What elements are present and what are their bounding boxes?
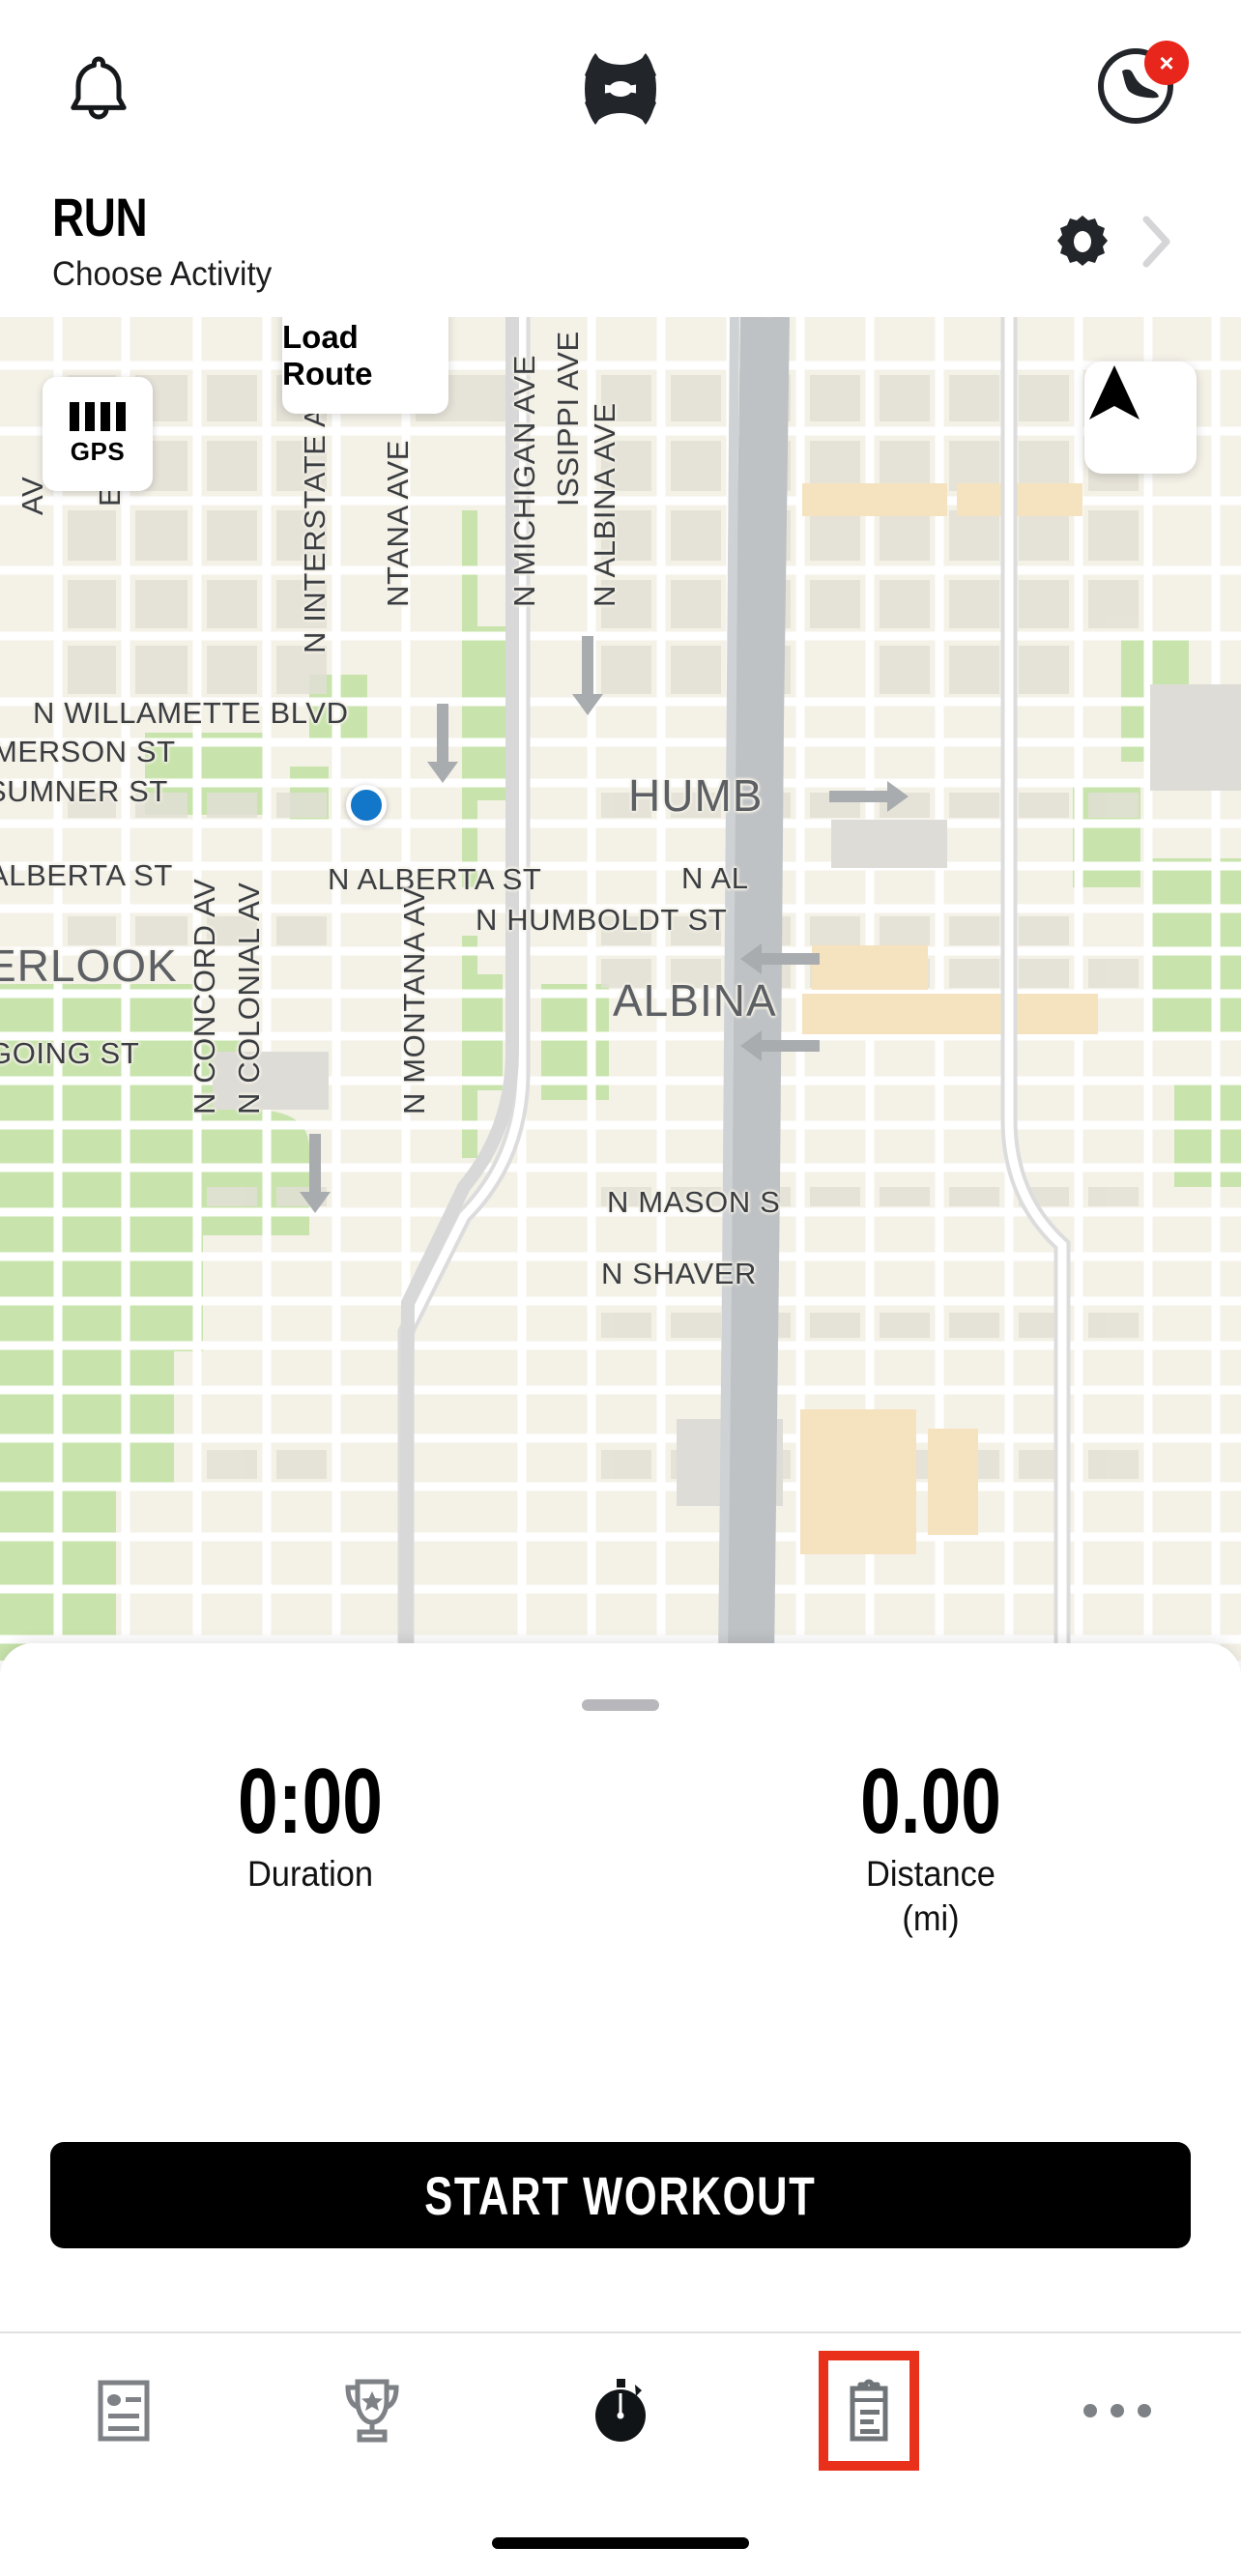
map-street-label: HUMB xyxy=(628,769,763,822)
stat-distance: 0.00 Distance (mi) xyxy=(620,1751,1241,1941)
map-street-label: N HUMBOLDT ST xyxy=(476,903,727,938)
gear-icon xyxy=(1053,212,1112,276)
notifications-button[interactable] xyxy=(54,46,143,135)
map-street-label: ALBERTA ST xyxy=(0,858,173,893)
gps-signal-icon xyxy=(70,402,126,431)
tab-more[interactable] xyxy=(993,2333,1241,2488)
activity-chevron-button[interactable] xyxy=(1127,211,1185,276)
start-workout-label: START WORKOUT xyxy=(424,2164,816,2227)
tab-feed[interactable] xyxy=(0,2333,248,2488)
shoe-tracker-button[interactable]: × xyxy=(1094,41,1191,137)
under-armour-logo xyxy=(563,46,678,135)
gps-bar xyxy=(70,402,79,431)
gps-bar xyxy=(101,402,110,431)
map-street-label: N MICHIGAN AVE xyxy=(507,355,542,607)
top-bar: × xyxy=(0,0,1241,180)
map-street-label: GOING ST xyxy=(0,1036,139,1071)
duration-value: 0:00 xyxy=(69,1751,553,1852)
map-street-label: N AL xyxy=(681,861,749,896)
map-street-label: N ALBINA AVE xyxy=(588,402,622,607)
map-street-label: NTANA AVE xyxy=(381,440,416,607)
bottom-tab-bar xyxy=(0,2331,1241,2576)
tab-workout[interactable] xyxy=(497,2333,745,2488)
gps-bar xyxy=(85,402,95,431)
recenter-location-button[interactable] xyxy=(1084,362,1197,474)
activity-header: RUN Choose Activity xyxy=(0,180,1241,317)
sheet-drag-handle[interactable] xyxy=(582,1699,659,1711)
start-workout-button[interactable]: START WORKOUT xyxy=(50,2142,1191,2248)
load-route-button[interactable]: Load Route xyxy=(282,317,448,414)
shoe-alert-badge: × xyxy=(1144,41,1189,85)
ua-logo-icon xyxy=(566,49,675,133)
map-street-label: N CONCORD AV xyxy=(188,879,222,1114)
map-street-label: N SHAVER xyxy=(601,1257,757,1291)
map-view[interactable]: N WILLAMETTE BLVD MERSON ST SUMNER ST ALBER… xyxy=(0,317,1241,1661)
map-street-label: N WILLAMETTE BLVD xyxy=(33,696,349,731)
tab-challenges[interactable] xyxy=(248,2333,497,2488)
workout-stats-sheet: 0:00 Duration 0.00 Distance (mi) START W… xyxy=(0,1643,1241,2331)
chevron-right-icon xyxy=(1140,215,1171,274)
home-indicator xyxy=(492,2537,749,2549)
stats-row: 0:00 Duration 0.00 Distance (mi) xyxy=(0,1751,1241,1941)
app-root: × RUN Choose Activity xyxy=(0,0,1241,2576)
stat-duration: 0:00 Duration xyxy=(0,1751,620,1941)
more-icon xyxy=(1083,2404,1151,2417)
gps-status-badge[interactable]: GPS xyxy=(43,377,153,491)
trophy-icon xyxy=(342,2378,402,2444)
distance-unit: (mi) xyxy=(642,1896,1219,1941)
map-street-label: N MONTANA AV xyxy=(397,887,432,1114)
map-street-label: ERLOOK xyxy=(0,940,178,992)
gps-label: GPS xyxy=(71,437,125,467)
page-title: RUN xyxy=(52,186,147,248)
stopwatch-icon xyxy=(591,2377,650,2445)
map-street-label: ISSIPPI AVE xyxy=(551,331,586,507)
map-street-label: SUMNER ST xyxy=(0,774,168,809)
map-street-label: N MASON S xyxy=(607,1185,780,1220)
choose-activity-label: Choose Activity xyxy=(52,255,272,294)
distance-label: Distance xyxy=(642,1852,1219,1896)
activity-settings-button[interactable] xyxy=(1046,207,1119,280)
load-route-label: Load Route xyxy=(282,319,448,392)
map-street-label: ALBINA xyxy=(613,974,777,1027)
distance-value: 0.00 xyxy=(689,1751,1173,1852)
feed-icon xyxy=(97,2379,151,2443)
clipboard-icon xyxy=(841,2377,897,2445)
map-street-label: N COLONIAL AV xyxy=(232,883,267,1114)
map-street-label: N ALBERTA ST xyxy=(328,862,541,897)
bell-icon xyxy=(68,53,130,130)
current-location-dot xyxy=(346,785,387,825)
duration-label: Duration xyxy=(21,1852,598,1896)
tab-plans[interactable] xyxy=(744,2333,993,2488)
shoe-alert-badge-label: × xyxy=(1159,50,1173,75)
map-street-label: MERSON ST xyxy=(0,735,176,769)
gps-bar xyxy=(116,402,126,431)
